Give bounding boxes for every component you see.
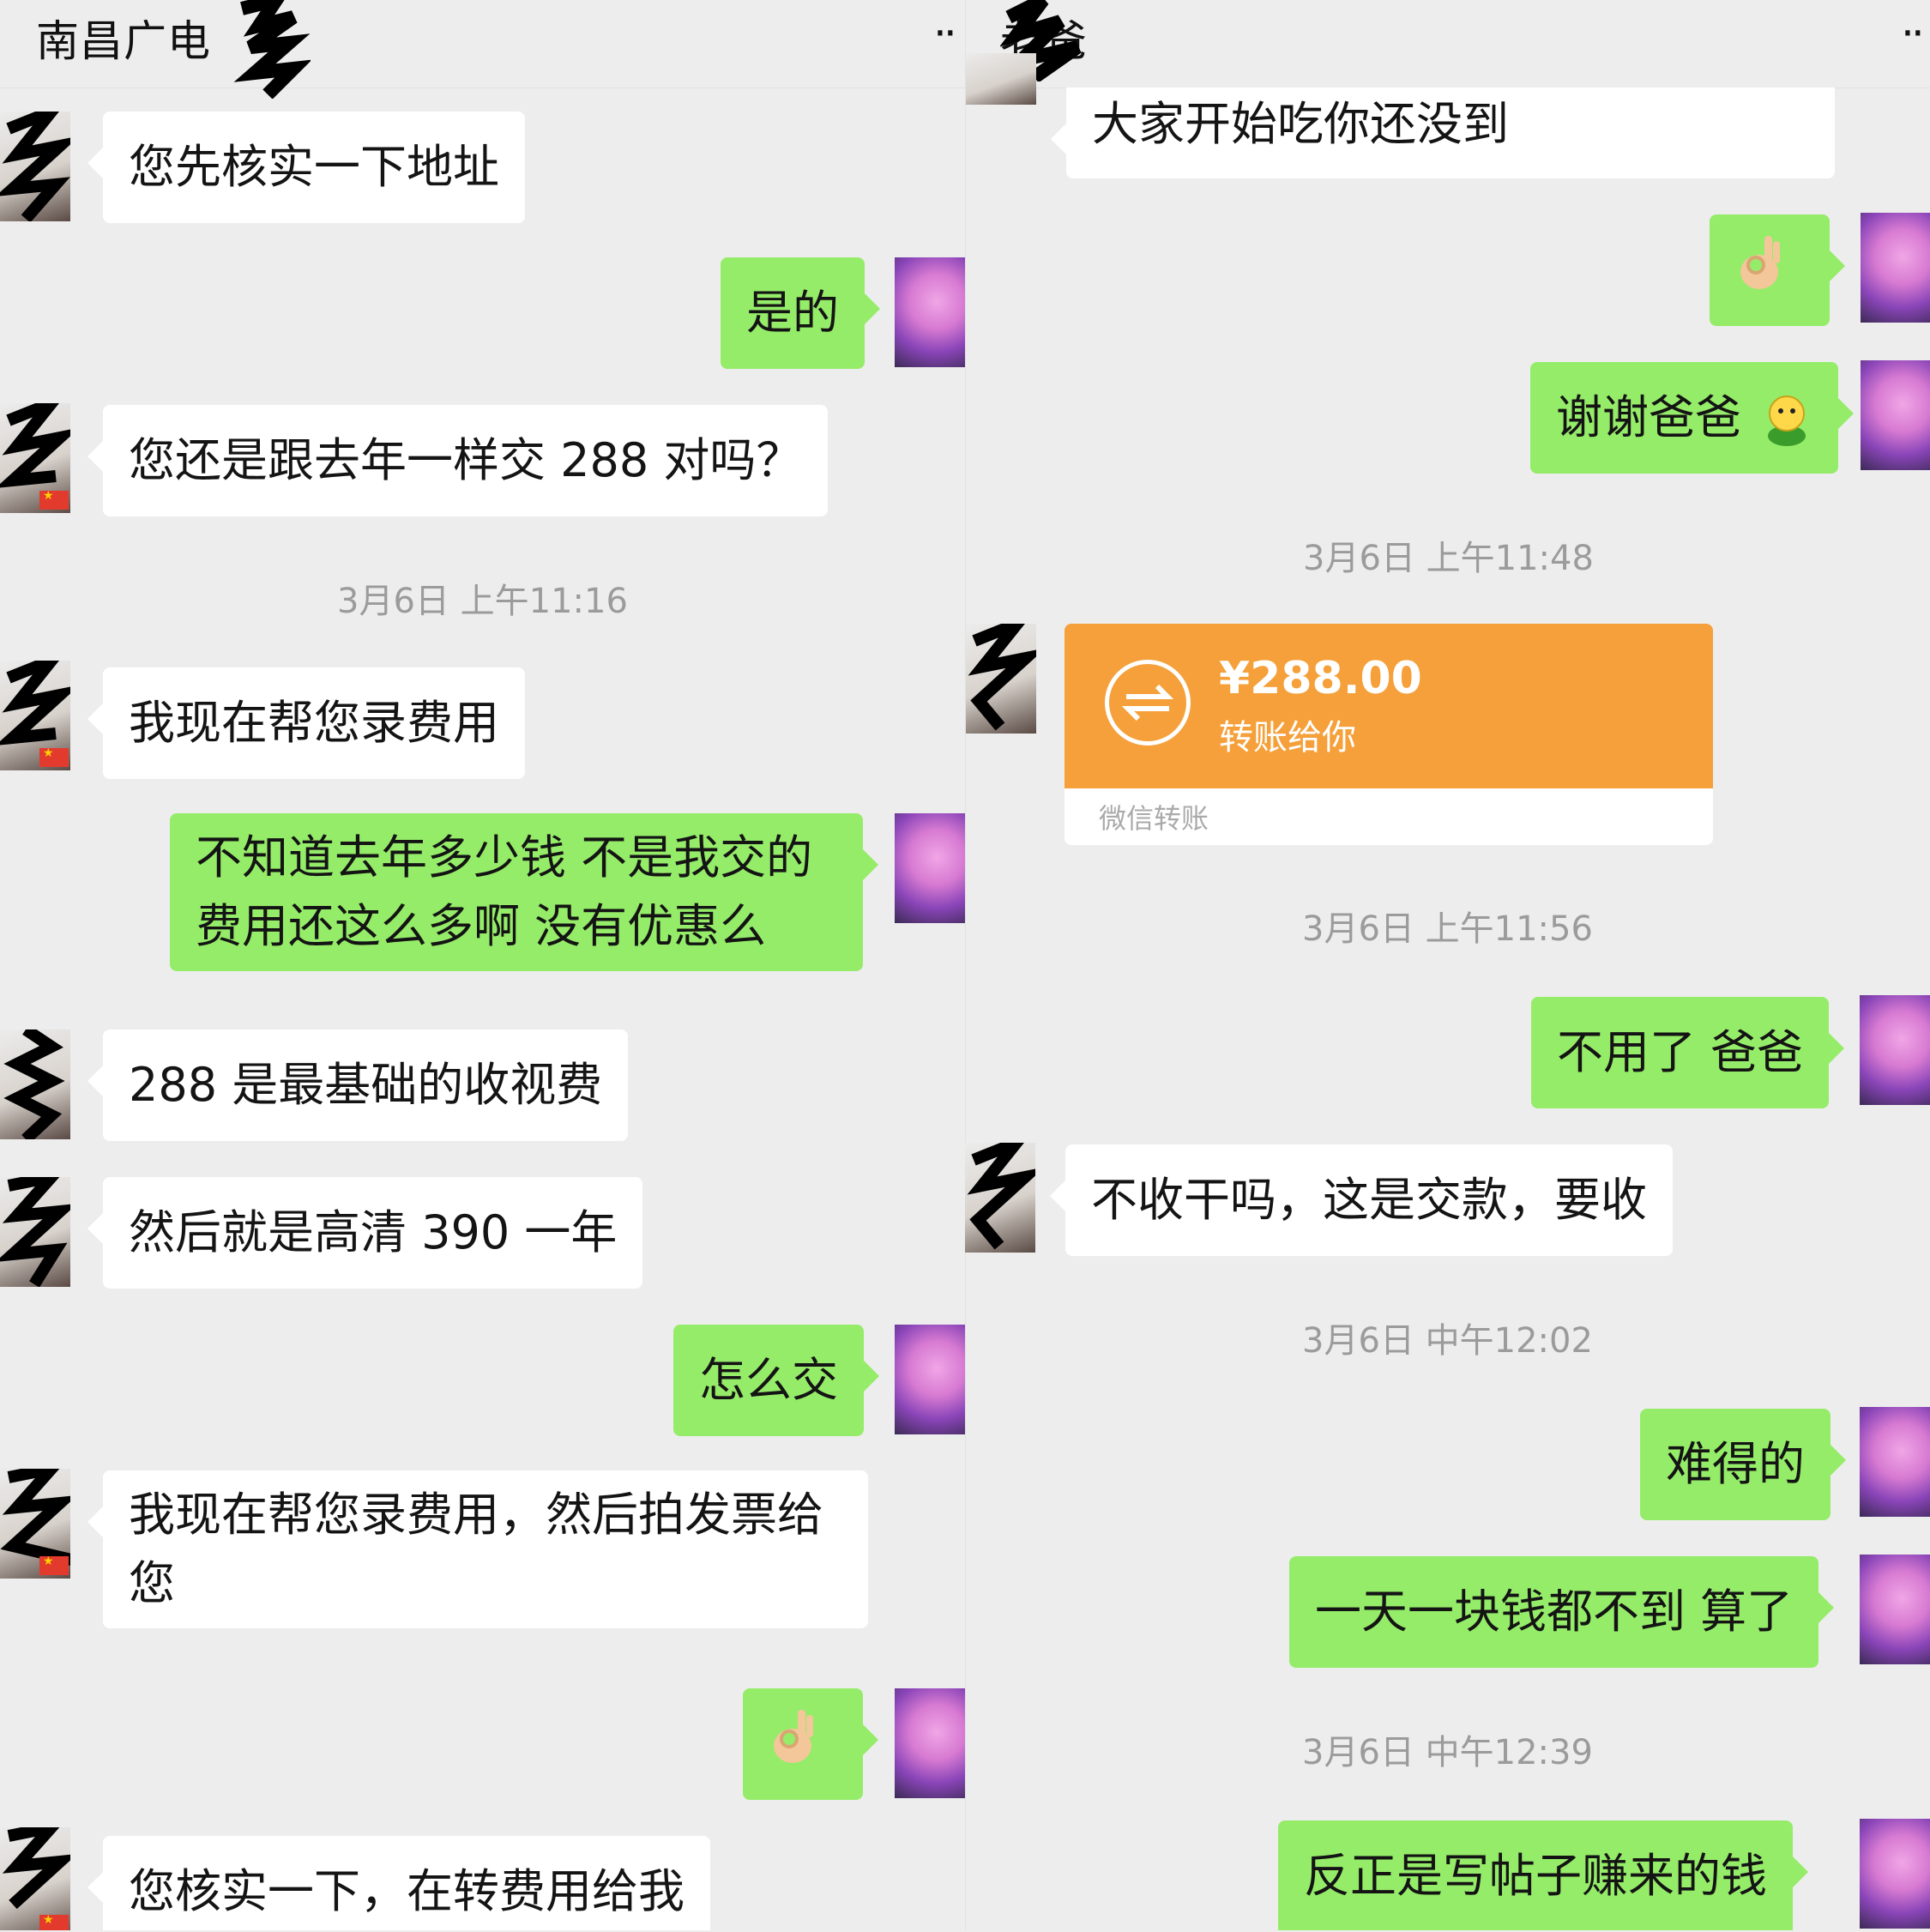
left-chat-panel: 南昌广电 ·· 您先核实一下地址 是的 您还是跟去年一样交 288 对吗？ 3月…: [0, 0, 965, 1930]
message-bubble[interactable]: 我现在帮您录费用，然后拍发票给 您: [87, 1470, 868, 1628]
timestamp: 3月6日 上午11:48: [1303, 539, 1594, 578]
user-avatar[interactable]: [1861, 213, 1930, 323]
contact-avatar[interactable]: [0, 1827, 70, 1930]
user-avatar[interactable]: [895, 1325, 965, 1434]
transfer-body: ¥288.00 转账给你: [1065, 624, 1713, 788]
message-bubble[interactable]: 谢谢爸爸: [1530, 362, 1855, 474]
contact-avatar[interactable]: [0, 1469, 70, 1579]
message-text: 怎么交: [699, 1353, 838, 1407]
chat-title[interactable]: 南昌广电: [36, 7, 211, 69]
message-text: 288 是最基础的收视费: [129, 1058, 603, 1112]
transfer-footer: 微信转账: [1065, 788, 1713, 845]
flag-icon: [39, 1555, 69, 1575]
contact-avatar[interactable]: [0, 403, 70, 513]
message-text: 大家开始吃你还没到: [1092, 97, 1509, 151]
message-text: 我现在帮您录费用: [129, 696, 499, 750]
contact-avatar[interactable]: [966, 53, 1036, 105]
message-text: 是的: [746, 286, 839, 340]
message-bubble[interactable]: [1710, 214, 1845, 326]
redaction-scribble: [233, 0, 311, 99]
message-text: 谢谢爸爸: [1556, 390, 1741, 444]
contact-avatar[interactable]: [0, 1029, 70, 1139]
message-bubble[interactable]: 我现在帮您录费用: [87, 667, 525, 779]
timestamp: 3月6日 上午11:16: [337, 582, 628, 621]
message-bubble[interactable]: [743, 1688, 878, 1800]
transfer-arrows-icon: [1105, 660, 1191, 746]
contact-avatar[interactable]: [0, 112, 70, 221]
message-text: 费用还这么多啊 没有优惠么: [196, 899, 767, 953]
right-chat-panel: 老爸 ·· 大家开始吃你还没到 谢谢爸爸 3月6日 上午11:48: [965, 0, 1930, 1930]
transfer-brand: 微信转账: [1099, 802, 1209, 835]
user-avatar[interactable]: [1861, 360, 1930, 470]
message-text: 您: [129, 1556, 175, 1610]
message-text: 然后就是高清 390 一年: [129, 1205, 618, 1259]
message-bubble[interactable]: 怎么交: [673, 1325, 879, 1436]
flag-icon: [39, 1913, 69, 1930]
message-text: 您还是跟去年一样交 288 对吗？: [129, 433, 803, 487]
message-bubble[interactable]: 您先核实一下地址: [87, 112, 525, 223]
message-text: 我现在帮您录费用，然后拍发票给: [129, 1488, 823, 1542]
message-bubble[interactable]: 您核实一下，在转费用给我: [87, 1836, 710, 1930]
contact-avatar[interactable]: [0, 661, 70, 770]
message-text: 您先核实一下地址: [129, 140, 499, 194]
chat-header: 南昌广电 ··: [0, 0, 965, 99]
message-bubble[interactable]: 然后就是高清 390 一年: [87, 1177, 643, 1289]
transfer-amount: ¥288.00: [1219, 653, 1422, 704]
message-text: 您核实一下，在转费用给我: [129, 1864, 685, 1918]
message-bubble[interactable]: 不知道去年多少钱 不是我交的 费用还这么多啊 没有优惠么: [170, 813, 878, 971]
transfer-label: 转账给你: [1219, 718, 1356, 758]
ok-hand-emoji: [1740, 236, 1780, 289]
user-avatar[interactable]: [895, 257, 965, 367]
flag-icon: [39, 746, 69, 767]
more-dots-icon[interactable]: ··: [933, 9, 957, 58]
contact-avatar[interactable]: [966, 624, 1036, 734]
ok-hand-emoji: [774, 1710, 813, 1763]
message-bubble[interactable]: 是的: [721, 257, 880, 369]
more-dots-icon[interactable]: ··: [1901, 9, 1925, 58]
user-avatar[interactable]: [895, 813, 965, 923]
message-bubble[interactable]: 大家开始吃你还没到: [1051, 88, 1835, 178]
message-bubble[interactable]: 您还是跟去年一样交 288 对吗？: [87, 405, 829, 516]
contact-avatar[interactable]: [0, 1177, 70, 1287]
smiley-emoji: [1768, 395, 1806, 447]
message-bubble[interactable]: 288 是最基础的收视费: [87, 1029, 629, 1141]
flag-icon: [39, 489, 69, 510]
money-transfer-card[interactable]: ¥288.00 转账给你 微信转账: [1065, 624, 1713, 845]
user-avatar[interactable]: [895, 1688, 965, 1798]
message-text: 不知道去年多少钱 不是我交的: [196, 830, 813, 884]
chat-header: 老爸 ··: [966, 0, 1930, 88]
